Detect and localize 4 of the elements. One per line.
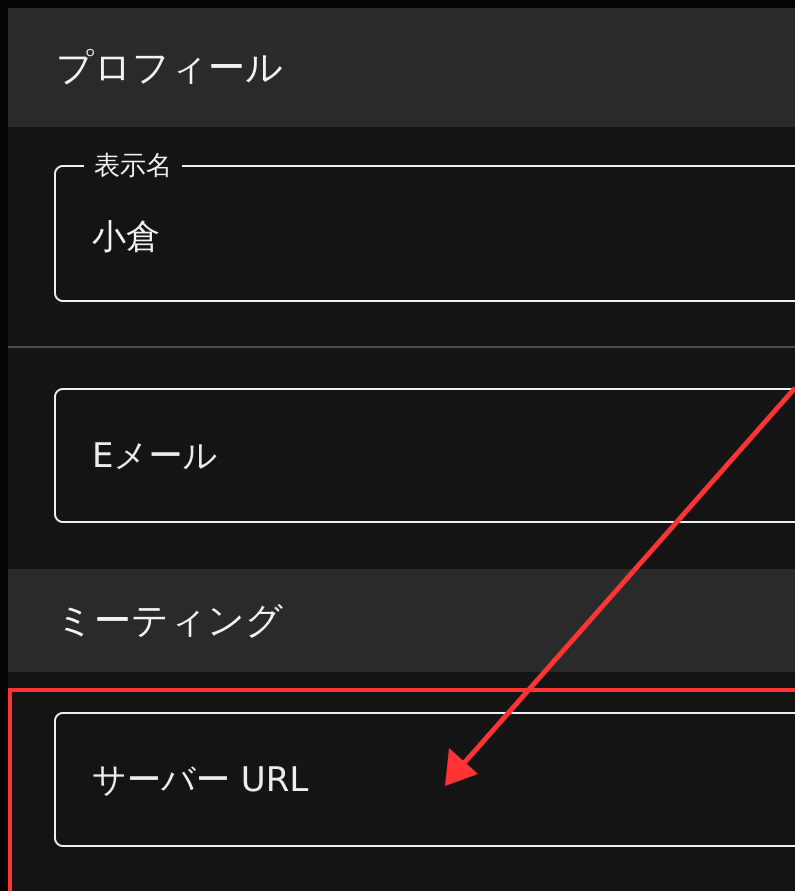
section-header: ミーティング bbox=[8, 569, 795, 672]
text-field[interactable]: サーバー URL bbox=[54, 712, 795, 847]
text-field[interactable]: Eメール bbox=[54, 388, 795, 523]
section-header: プロフィール bbox=[8, 8, 795, 127]
